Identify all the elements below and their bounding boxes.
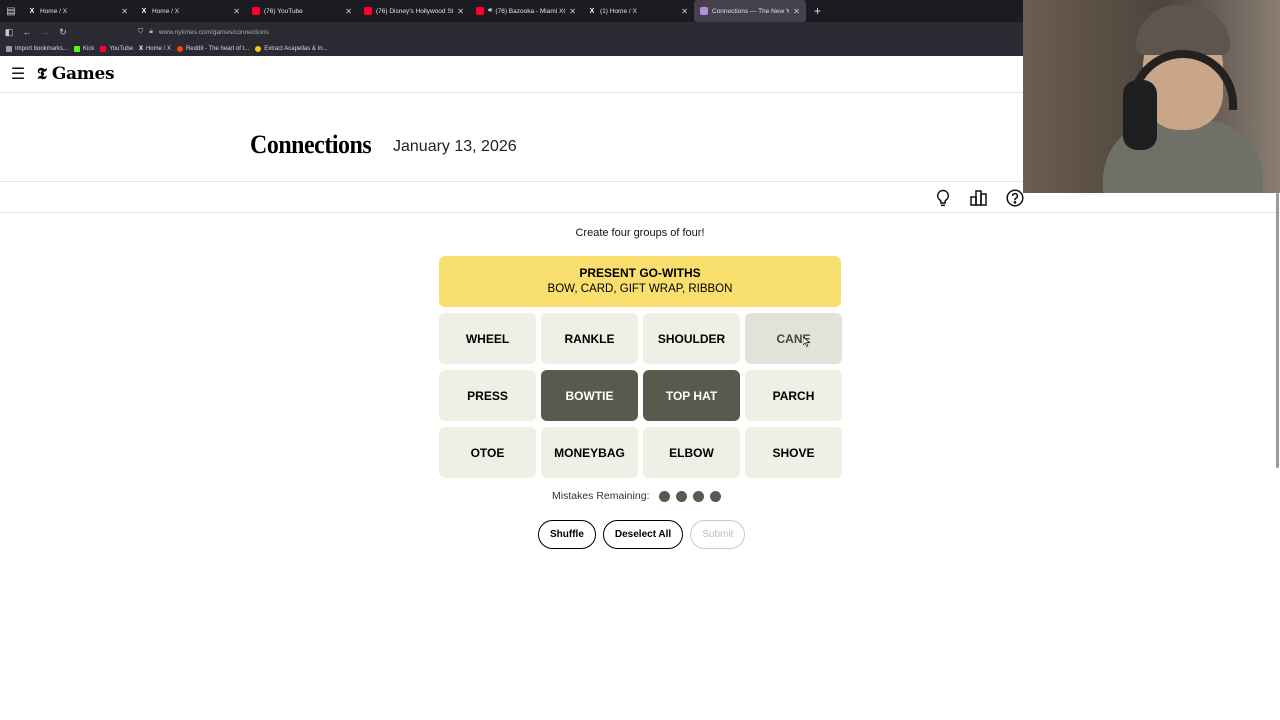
youtube-icon (364, 7, 372, 15)
mistake-dot (710, 490, 722, 502)
word-tile[interactable]: PARCH (745, 370, 842, 421)
mistake-dot (693, 490, 705, 502)
divider (0, 212, 1280, 213)
help-question-icon[interactable] (997, 186, 1033, 210)
solved-group-title: PRESENT GO-WITHS (579, 266, 701, 280)
x-icon: X (589, 7, 595, 15)
bookmark-reddit[interactable]: Reddit - The heart of t... (176, 46, 249, 52)
title-band: Connections January 13, 2026 (0, 93, 1023, 182)
mouse-cursor-icon (803, 337, 811, 347)
bookmark-import[interactable]: Import bookmarks... (6, 46, 68, 52)
word-tile[interactable]: ELBOW (643, 427, 740, 478)
close-tab-icon[interactable]: ✕ (345, 7, 352, 16)
browser-tab[interactable]: (76) Disney's Hollywood Studio ✕ (358, 0, 470, 22)
close-tab-icon[interactable]: ✕ (793, 7, 800, 16)
close-tab-icon[interactable]: ✕ (233, 7, 240, 16)
page-scrollbar[interactable] (1276, 193, 1279, 468)
word-tile[interactable]: OTOE (439, 427, 536, 478)
sidebar-toggle-icon[interactable]: ◧ (0, 27, 18, 38)
microphone (1123, 80, 1157, 150)
mistakes-label: Mistakes Remaining: (552, 490, 650, 502)
word-tile[interactable]: SHOULDER (643, 313, 740, 364)
bookmark-kick[interactable]: Kick (74, 46, 94, 52)
word-tile[interactable]: CANE (745, 313, 842, 364)
mistake-dot (659, 490, 671, 502)
tab-title: (1) Home / X (600, 7, 637, 15)
close-tab-icon[interactable]: ✕ (569, 7, 576, 16)
kick-icon (74, 46, 81, 52)
word-tile[interactable]: MONEYBAG (541, 427, 638, 478)
x-icon: X (138, 46, 143, 52)
deselect-all-button[interactable]: Deselect All (602, 520, 684, 549)
instructions-text: Create four groups of four! (575, 227, 705, 239)
site-header: ☰ 𝕿 Games (0, 56, 1023, 93)
browser-toolbar: ◧ ← → ↻ ⛉ 🔒︎ www.nytimes.com/games/conne… (0, 22, 1023, 42)
bookmark-youtube[interactable]: YouTube (100, 46, 133, 52)
youtube-icon (100, 46, 107, 52)
tab-list-icon[interactable]: ▤ (0, 0, 22, 22)
game-date: January 13, 2026 (393, 138, 517, 155)
tab-title: Home / X (152, 7, 180, 15)
action-buttons: Shuffle Deselect All Submit (538, 520, 746, 549)
reddit-icon (176, 46, 183, 52)
emoji-icon (255, 46, 262, 52)
close-tab-icon[interactable]: ✕ (681, 7, 688, 16)
close-tab-icon[interactable]: ✕ (457, 7, 464, 16)
browser-tab[interactable]: X Home / X ✕ (134, 0, 246, 22)
forward-icon[interactable]: → (36, 27, 54, 37)
import-icon (6, 46, 12, 52)
url-text[interactable]: www.nytimes.com/games/connections (159, 29, 269, 36)
youtube-icon (252, 7, 260, 15)
mistake-dots (649, 490, 722, 502)
browser-tab[interactable]: X (1) Home / X ✕ (582, 0, 694, 22)
address-bar[interactable]: ⛉ 🔒︎ www.nytimes.com/games/connections (132, 25, 275, 39)
close-tab-icon[interactable]: ✕ (121, 7, 128, 16)
shield-icon[interactable]: ⛉ (138, 28, 143, 36)
tab-title: Home / X (40, 7, 68, 15)
hint-lightbulb-icon[interactable] (925, 186, 961, 210)
browser-tab[interactable]: X Home / X ✕ (22, 0, 134, 22)
x-icon: X (29, 7, 35, 15)
word-tile[interactable]: WHEEL (439, 313, 536, 364)
word-tile[interactable]: TOP HAT (643, 370, 740, 421)
solved-group-yellow: PRESENT GO-WITHS BOW, CARD, GIFT WRAP, R… (439, 256, 841, 307)
bookmarks-bar: Import bookmarks... Kick YouTube X Home /… (0, 42, 1023, 56)
tab-title: (76) YouTube (264, 7, 303, 15)
browser-tab[interactable]: 🔊︎ (76) Bazooka - Miami XO (✕ (470, 0, 582, 22)
audio-playing-icon[interactable]: 🔊︎ (488, 7, 492, 15)
game-toolbar (925, 186, 1033, 210)
word-tile[interactable]: RANKLE (541, 313, 638, 364)
browser-tab[interactable]: (76) YouTube ✕ (246, 0, 358, 22)
new-tab-icon[interactable]: + (814, 4, 821, 18)
shuffle-button[interactable]: Shuffle (538, 520, 596, 549)
tab-title: (76) Bazooka - Miami XO ( (495, 7, 566, 15)
hamburger-menu-icon[interactable]: ☰ (0, 56, 36, 93)
webcam-overlay (1023, 0, 1280, 193)
mistakes-remaining: Mistakes Remaining: (552, 490, 722, 502)
youtube-icon (476, 7, 484, 15)
nyt-logo[interactable]: 𝕿 (37, 64, 47, 84)
games-logo-text[interactable]: Games (52, 64, 115, 84)
tab-title: Connections — The New York (712, 7, 790, 15)
submit-button[interactable]: Submit (690, 520, 746, 549)
word-tile[interactable]: SHOVE (745, 427, 842, 478)
tab-title: (76) Disney's Hollywood Studio (376, 7, 453, 15)
word-grid: WHEEL RANKLE SHOULDER CANE PRESS BOWTIE TOP HA… (439, 313, 842, 478)
connections-icon (700, 7, 708, 15)
word-tile[interactable]: PRESS (439, 370, 536, 421)
back-icon[interactable]: ← (18, 27, 36, 37)
browser-tab-bar: ▤ X Home / X ✕ X Home / X ✕ (76) YouTube ✕ (76) … (0, 0, 1023, 22)
mistake-dot (676, 490, 688, 502)
bookmark-x[interactable]: X Home / X (139, 46, 171, 52)
browser-tab[interactable]: Connections — The New York✕ (694, 0, 806, 22)
solved-group-members: BOW, CARD, GIFT WRAP, RIBBON (547, 283, 733, 295)
x-icon: X (141, 7, 147, 15)
tab-strip: X Home / X ✕ X Home / X ✕ (76) YouTube ✕ (76) Di… (22, 0, 806, 22)
lock-icon[interactable]: 🔒︎ (149, 28, 153, 36)
word-tile[interactable]: BOWTIE (541, 370, 638, 421)
game-title: Connections (250, 130, 372, 159)
bookmark-acapellas[interactable]: Extract Acapellas & In... (255, 46, 328, 52)
stats-bar-chart-icon[interactable] (961, 186, 997, 210)
reload-icon[interactable]: ↻ (54, 27, 72, 38)
